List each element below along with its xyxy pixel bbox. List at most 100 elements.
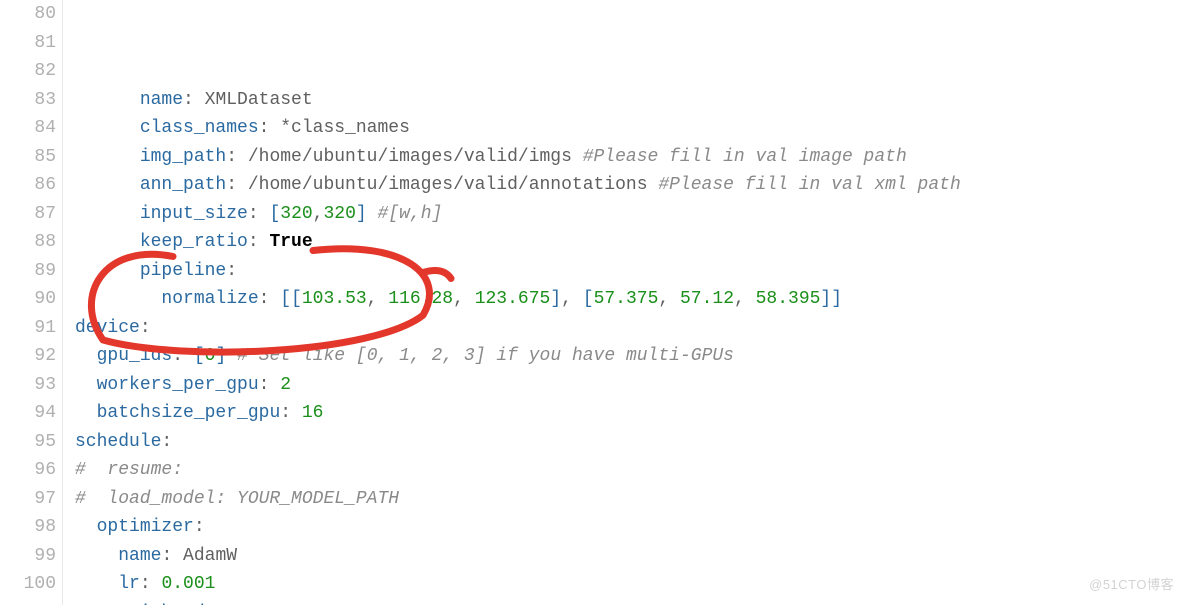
token-punct: : <box>140 574 162 594</box>
line-number: 91 <box>0 314 56 343</box>
token-key: name <box>140 90 183 110</box>
token-bool: True <box>269 232 312 252</box>
line-number: 81 <box>0 29 56 58</box>
token-num: 58.395 <box>756 289 821 309</box>
token-num: 123.675 <box>475 289 551 309</box>
code-line: pipeline: <box>75 257 961 286</box>
line-number: 96 <box>0 456 56 485</box>
token-key: name <box>118 546 161 566</box>
code-line: # load_model: YOUR_MODEL_PATH <box>75 485 961 514</box>
token-punct: : <box>259 289 281 309</box>
code-line: workers_per_gpu: 2 <box>75 371 961 400</box>
token-num: 116.28 <box>388 289 453 309</box>
watermark: @51CTO博客 <box>1089 571 1174 600</box>
token-brack: ] <box>356 204 367 224</box>
token-key: lr <box>118 574 140 594</box>
line-number: 82 <box>0 57 56 86</box>
token-punct: : <box>259 118 281 138</box>
line-number: 97 <box>0 485 56 514</box>
token-str: /home/ubuntu/images/valid/annotations <box>248 175 658 195</box>
token-punct: , <box>734 289 756 309</box>
line-number: 83 <box>0 86 56 115</box>
code-line: name: XMLDataset <box>75 86 961 115</box>
token-num: 103.53 <box>302 289 367 309</box>
line-number: 94 <box>0 399 56 428</box>
line-number: 100 <box>0 570 56 599</box>
code-line: name: AdamW <box>75 542 961 571</box>
token-punct: : <box>140 318 151 338</box>
token-num: 0 <box>205 346 216 366</box>
token-punct: : <box>280 403 302 423</box>
token-num: 0.001 <box>161 574 215 594</box>
token-punct: , <box>313 204 324 224</box>
token-num: 57.12 <box>680 289 734 309</box>
line-number: 95 <box>0 428 56 457</box>
token-str: *class_names <box>280 118 410 138</box>
token-num: 2 <box>280 375 291 395</box>
code-line: # resume: <box>75 456 961 485</box>
line-number: 99 <box>0 542 56 571</box>
token-comment: #[w,h] <box>378 204 443 224</box>
token-punct: : <box>161 546 183 566</box>
code-line: gpu_ids: [0] # Set like [0, 1, 2, 3] if … <box>75 342 961 371</box>
code-line: optimizer: <box>75 513 961 542</box>
token-punct: : <box>226 175 248 195</box>
token-brack: ] <box>550 289 561 309</box>
token-punct: : <box>183 90 205 110</box>
token-punct: : <box>248 204 270 224</box>
code-line: img_path: /home/ubuntu/images/valid/imgs… <box>75 143 961 172</box>
code-line: lr: 0.001 <box>75 570 961 599</box>
token-comment: #Please fill in val xml path <box>658 175 960 195</box>
token-brack: [ <box>269 204 280 224</box>
token-punct: : <box>226 147 248 167</box>
token-comment: # load_model: YOUR_MODEL_PATH <box>75 489 399 509</box>
token-key: device <box>75 318 140 338</box>
token-key: class_names <box>140 118 259 138</box>
code-line: schedule: <box>75 428 961 457</box>
line-number: 92 <box>0 342 56 371</box>
token-str: /home/ubuntu/images/valid/imgs <box>248 147 583 167</box>
code-line: class_names: *class_names <box>75 114 961 143</box>
code-line: weight_decay: 0.05 <box>75 599 961 605</box>
token-brack: ]] <box>820 289 842 309</box>
token-key: batchsize_per_gpu <box>97 403 281 423</box>
line-number-gutter: 8081828384858687888990919293949596979899… <box>0 0 63 605</box>
token-key: workers_per_gpu <box>97 375 259 395</box>
line-number: 93 <box>0 371 56 400</box>
token-key: ann_path <box>140 175 226 195</box>
code-area: name: XMLDataset class_names: *class_nam… <box>63 0 961 605</box>
token-punct: : <box>194 517 205 537</box>
token-num: 320 <box>323 204 355 224</box>
line-number: 89 <box>0 257 56 286</box>
token-punct: , <box>367 289 389 309</box>
token-punct: : <box>226 261 237 281</box>
token-num: 320 <box>280 204 312 224</box>
token-punct: : <box>172 346 194 366</box>
token-num: 16 <box>302 403 324 423</box>
token-punct: , <box>561 289 583 309</box>
token-punct: : <box>248 232 270 252</box>
code-editor: 8081828384858687888990919293949596979899… <box>0 0 1184 605</box>
line-number: 80 <box>0 0 56 29</box>
token-punct: , <box>453 289 475 309</box>
token-punct <box>226 346 237 366</box>
line-number: 90 <box>0 285 56 314</box>
line-number: 88 <box>0 228 56 257</box>
token-key: keep_ratio <box>140 232 248 252</box>
token-brack: [ <box>194 346 205 366</box>
code-line: batchsize_per_gpu: 16 <box>75 399 961 428</box>
token-str: AdamW <box>183 546 237 566</box>
code-line: ann_path: /home/ubuntu/images/valid/anno… <box>75 171 961 200</box>
token-punct <box>367 204 378 224</box>
token-key: pipeline <box>140 261 226 281</box>
token-comment: # resume: <box>75 460 183 480</box>
token-key: optimizer <box>97 517 194 537</box>
code-line: keep_ratio: True <box>75 228 961 257</box>
line-number: 84 <box>0 114 56 143</box>
line-number: 85 <box>0 143 56 172</box>
line-number: 98 <box>0 513 56 542</box>
code-line: input_size: [320,320] #[w,h] <box>75 200 961 229</box>
line-number: 86 <box>0 171 56 200</box>
line-number: 87 <box>0 200 56 229</box>
token-key: schedule <box>75 432 161 452</box>
